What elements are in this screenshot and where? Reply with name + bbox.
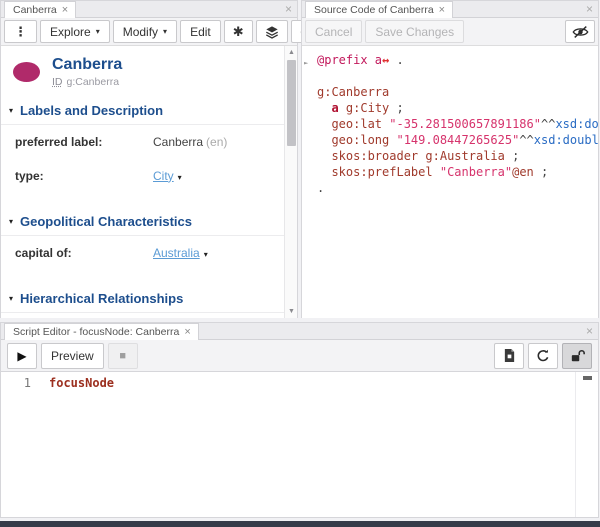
stop-button[interactable]: ■ bbox=[108, 343, 138, 369]
script-toolbar: ▶ Preview ■ bbox=[1, 340, 598, 372]
tab-canberra[interactable]: Canberra × bbox=[4, 1, 76, 18]
line-number: 1 bbox=[1, 372, 39, 517]
id-label: ID bbox=[52, 76, 63, 88]
fold-marker-icon[interactable]: ► bbox=[304, 55, 308, 71]
source-code-editor[interactable]: ► @prefix a↔ . g:Canberra a g:City ; geo… bbox=[302, 46, 598, 318]
capital-of-value-link[interactable]: Australia bbox=[153, 246, 200, 260]
field-type: type: City ▾ bbox=[1, 159, 297, 193]
field-label: preferred label: bbox=[15, 135, 153, 149]
field-label: capital of: bbox=[15, 246, 153, 260]
section-hierarchical[interactable]: ▾ Hierarchical Relationships bbox=[1, 284, 297, 313]
modify-button[interactable]: Modify ▾ bbox=[113, 20, 177, 43]
entity-toolbar: ⋮ Explore ▾ Modify ▾ Edit ✱ bbox=[1, 18, 297, 46]
language-tag: (en) bbox=[206, 135, 227, 149]
save-changes-button[interactable]: Save Changes bbox=[365, 20, 464, 43]
layers-icon bbox=[265, 25, 279, 39]
source-code-panel: Source Code of Canberra × × Cancel Save … bbox=[301, 0, 599, 318]
status-bar bbox=[0, 521, 600, 527]
panel-close-icon[interactable]: × bbox=[586, 3, 593, 15]
caret-down-icon[interactable]: ▾ bbox=[178, 173, 182, 182]
freetext-search-button[interactable]: ✱ bbox=[224, 20, 253, 43]
lock-toggle-button[interactable] bbox=[562, 343, 592, 369]
tab-close-icon[interactable]: × bbox=[62, 5, 68, 16]
source-code-lines: @prefix a↔ . g:Canberra a g:City ; geo:l… bbox=[317, 52, 594, 196]
scroll-up-icon[interactable]: ▲ bbox=[285, 49, 297, 56]
edit-button[interactable]: Edit bbox=[180, 20, 221, 43]
kebab-menu-button[interactable]: ⋮ bbox=[4, 20, 37, 43]
script-code-editor[interactable]: 1 focusNode bbox=[1, 372, 598, 517]
id-value: g:Canberra bbox=[67, 76, 120, 88]
scrollbar-thumb[interactable] bbox=[287, 60, 296, 146]
tab-source-code[interactable]: Source Code of Canberra × bbox=[305, 1, 453, 18]
section-collapse-icon: ▾ bbox=[9, 217, 13, 226]
field-preferred-label: preferred label: Canberra(en) bbox=[1, 125, 297, 159]
refresh-button[interactable] bbox=[528, 343, 558, 369]
type-value-link[interactable]: City bbox=[153, 169, 174, 183]
panel-close-icon[interactable]: × bbox=[285, 3, 292, 15]
field-capital-of: capital of: Australia ▾ bbox=[1, 236, 297, 270]
cancel-button[interactable]: Cancel bbox=[305, 20, 362, 43]
run-button[interactable]: ▶ bbox=[7, 343, 37, 369]
asterisk-icon: ✱ bbox=[233, 24, 244, 40]
editor-scroll-track bbox=[575, 372, 576, 517]
toggle-visibility-button[interactable] bbox=[565, 20, 595, 43]
tab-source-label: Source Code of Canberra bbox=[314, 4, 434, 16]
caret-down-icon: ▾ bbox=[96, 27, 100, 36]
tab-canberra-label: Canberra bbox=[13, 4, 57, 16]
entity-avatar bbox=[13, 62, 40, 82]
entity-panel: Canberra × × ⋮ Explore ▾ Modify ▾ Edit ✱ bbox=[0, 0, 298, 318]
app-window: Canberra × × ⋮ Explore ▾ Modify ▾ Edit ✱ bbox=[0, 0, 600, 527]
unlock-icon bbox=[570, 349, 585, 363]
field-label: type: bbox=[15, 169, 153, 183]
section-geopolitical[interactable]: ▾ Geopolitical Characteristics bbox=[1, 207, 297, 236]
source-toolbar: Cancel Save Changes bbox=[302, 18, 598, 46]
refresh-icon bbox=[536, 349, 550, 363]
panel-close-icon[interactable]: × bbox=[586, 325, 593, 337]
tab-close-icon[interactable]: × bbox=[439, 5, 445, 16]
entity-content: Canberra ID g:Canberra ▾ Labels and Descr… bbox=[1, 46, 297, 318]
file-icon bbox=[503, 348, 516, 363]
eye-slash-icon bbox=[572, 25, 589, 39]
layers-button[interactable] bbox=[256, 20, 288, 43]
section-collapse-icon: ▾ bbox=[9, 106, 13, 115]
tab-script-label: Script Editor - focusNode: Canberra bbox=[13, 326, 179, 338]
script-code-text: focusNode bbox=[39, 372, 114, 517]
entity-title: Canberra bbox=[52, 56, 122, 74]
tab-close-icon[interactable]: × bbox=[184, 327, 190, 338]
section-labels-description[interactable]: ▾ Labels and Description bbox=[1, 96, 297, 125]
entity-tabstrip: Canberra × × bbox=[1, 1, 297, 18]
entity-scrollbar[interactable]: ▲ ▼ bbox=[284, 46, 297, 318]
tab-script-editor[interactable]: Script Editor - focusNode: Canberra × bbox=[4, 323, 199, 340]
caret-down-icon[interactable]: ▾ bbox=[204, 250, 208, 259]
stop-icon: ■ bbox=[119, 350, 126, 362]
caret-down-icon: ▾ bbox=[163, 27, 167, 36]
script-tabstrip: Script Editor - focusNode: Canberra × × bbox=[1, 323, 598, 340]
section-collapse-icon: ▾ bbox=[9, 294, 13, 303]
export-script-button[interactable] bbox=[494, 343, 524, 369]
editor-scrollbar-thumb[interactable] bbox=[583, 376, 592, 380]
scroll-down-icon[interactable]: ▼ bbox=[285, 308, 297, 315]
entity-id: ID g:Canberra bbox=[52, 76, 122, 88]
field-value: Canberra(en) bbox=[153, 135, 227, 149]
explore-button[interactable]: Explore ▾ bbox=[40, 20, 110, 43]
play-icon: ▶ bbox=[17, 349, 26, 363]
source-tabstrip: Source Code of Canberra × × bbox=[302, 1, 598, 18]
script-editor-panel: Script Editor - focusNode: Canberra × × … bbox=[0, 322, 599, 518]
entity-header: Canberra ID g:Canberra bbox=[1, 46, 297, 96]
preview-button[interactable]: Preview bbox=[41, 343, 104, 369]
